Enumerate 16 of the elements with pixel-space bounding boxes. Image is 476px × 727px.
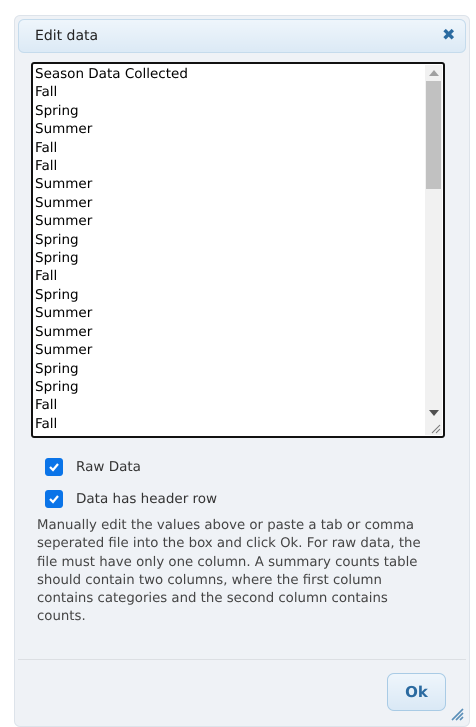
checkbox-label: Data has header row [76, 491, 218, 507]
ok-button[interactable]: Ok [387, 672, 446, 710]
resize-grip-icon[interactable] [431, 424, 441, 434]
checkbox[interactable] [45, 458, 63, 476]
checkbox[interactable] [45, 490, 63, 508]
scroll-up-icon[interactable] [428, 70, 438, 76]
data-textarea[interactable]: Season Data Collected Fall Spring Summer Fall Fall Summer Summer Summer Spring Spring Fall Spring Summer Summer Summer Spring Spring Fall Fall [31, 62, 445, 438]
scrollbar[interactable] [425, 65, 442, 435]
resize-grip-icon[interactable] [450, 707, 464, 721]
close-button[interactable]: ✖ [440, 28, 457, 44]
checkbox-label: Raw Data [76, 459, 141, 475]
dialog-title: Edit data [35, 28, 98, 44]
checkmark-icon [48, 493, 60, 505]
scroll-down-icon[interactable] [428, 410, 438, 416]
help-text: Manually edit the values above or paste a tab or comma seperated file into the box and click Ok. For raw data, the file must have only one column. A summary counts table should contain two columns, where the first column contains categories and the second column contains counts. [37, 517, 422, 626]
checkmark-icon [48, 461, 60, 473]
